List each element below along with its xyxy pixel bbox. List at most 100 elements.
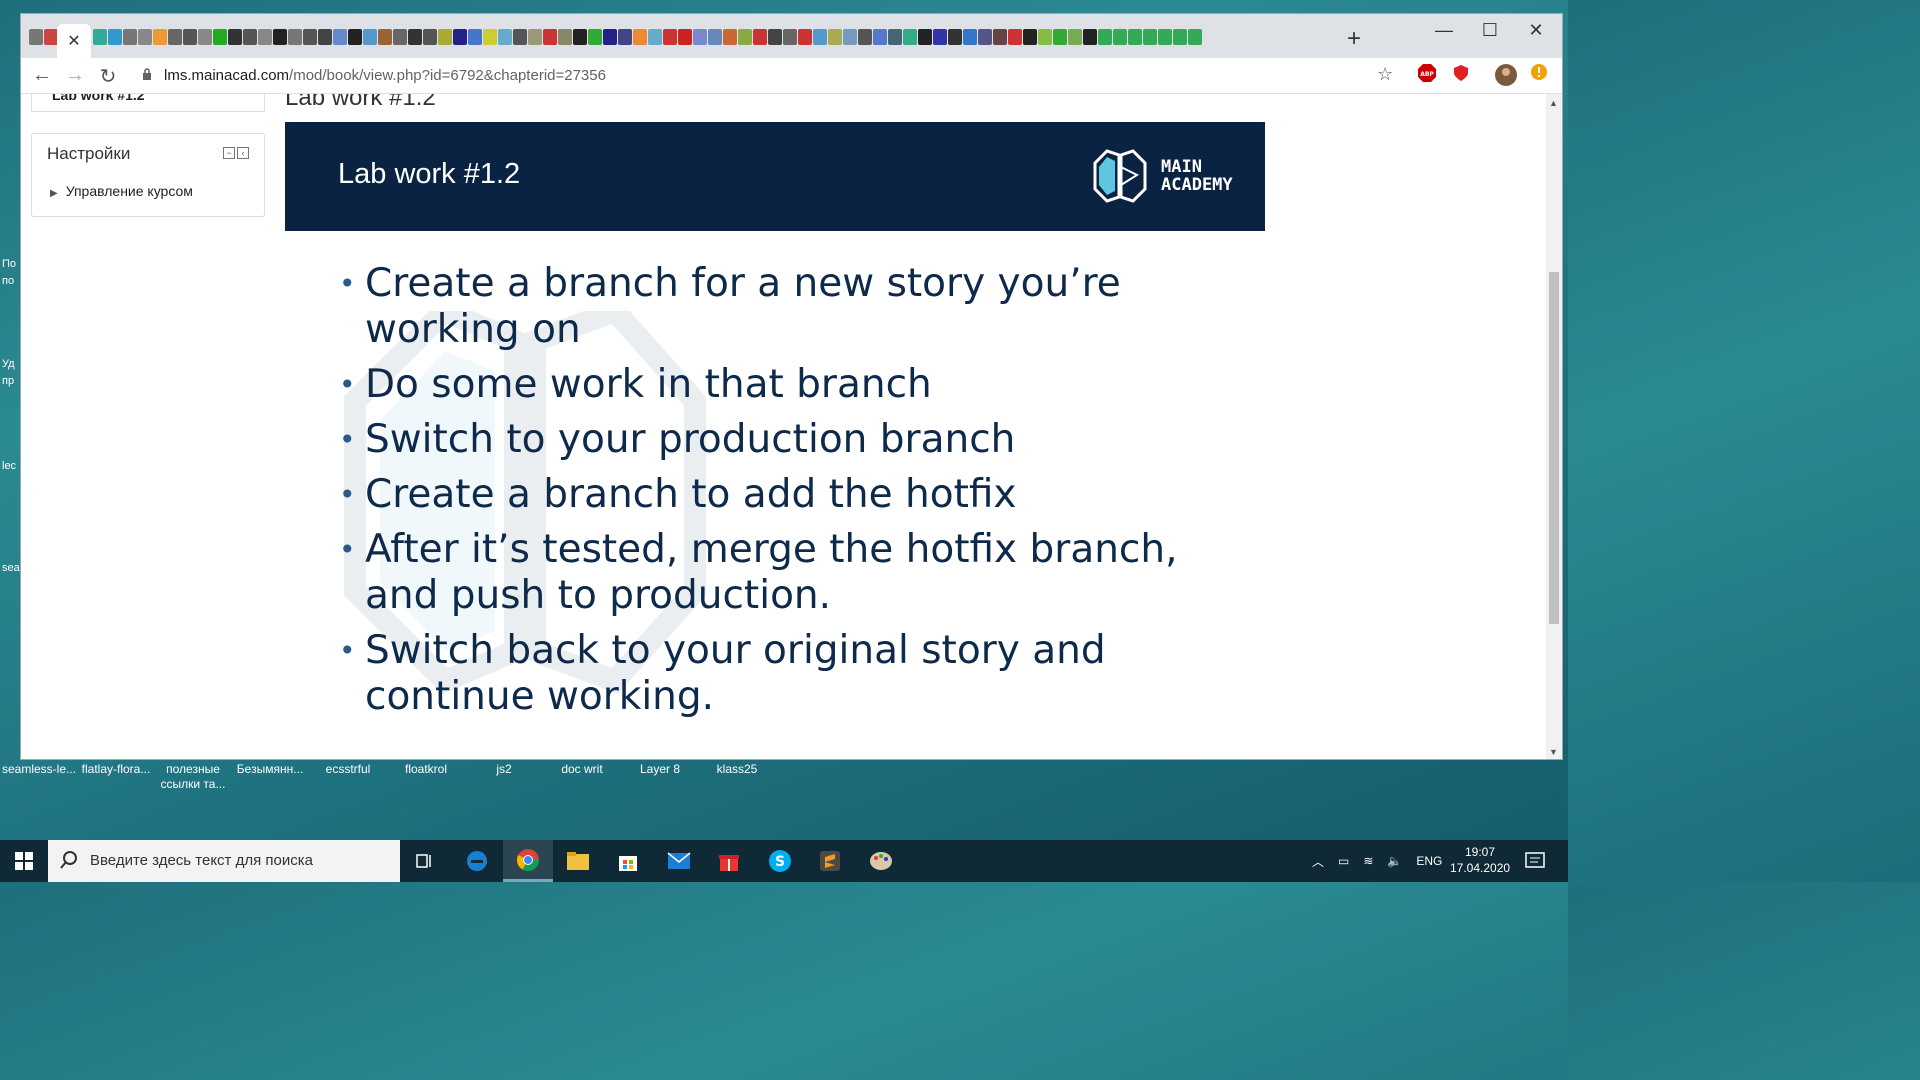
tab-favicon-icon[interactable] [723, 29, 737, 45]
tab-favicon-icon[interactable] [483, 29, 497, 45]
tab-favicon-icon[interactable] [1143, 29, 1157, 45]
desktop-icon[interactable]: klass25 [698, 762, 776, 777]
tab-favicon-icon[interactable] [93, 29, 107, 45]
desktop-icon[interactable]: floatkrol [387, 762, 465, 777]
tab-favicon-icon[interactable] [468, 29, 482, 45]
sidebar-current-item[interactable]: Lab work #1.2 [31, 94, 265, 112]
active-tab[interactable]: ✕ [57, 24, 91, 58]
tab-favicon-icon[interactable] [798, 29, 812, 45]
desktop-icon[interactable]: ecsstrful [309, 762, 387, 777]
desktop-icon[interactable]: doc writ [543, 762, 621, 777]
gift-icon[interactable] [704, 840, 754, 882]
taskbar-clock[interactable]: 19:07 17.04.2020 [1450, 844, 1510, 876]
scroll-down-icon[interactable]: ▼ [1549, 747, 1558, 757]
language-indicator[interactable]: ENG [1416, 854, 1442, 868]
tab-favicon-icon[interactable] [1188, 29, 1202, 45]
tab-favicon-icon[interactable] [858, 29, 872, 45]
tab-favicon-icon[interactable] [903, 29, 917, 45]
tab-favicon-icon[interactable] [213, 29, 227, 45]
sublime-text-icon[interactable] [805, 840, 855, 882]
tab-favicon-icon[interactable] [633, 29, 647, 45]
new-tab-button[interactable]: + [1347, 27, 1361, 51]
scroll-thumb[interactable] [1549, 272, 1559, 624]
tab-favicon-icon[interactable] [1038, 29, 1052, 45]
tab-favicon-icon[interactable] [813, 29, 827, 45]
profile-avatar[interactable] [1495, 64, 1517, 86]
volume-icon[interactable]: 🔈 [1387, 854, 1402, 868]
address-bar[interactable]: lms.mainacad.com/mod/book/view.php?id=67… [164, 67, 606, 84]
tab-favicon-icon[interactable] [318, 29, 332, 45]
tab-favicon-icon[interactable] [528, 29, 542, 45]
extension-shield-icon[interactable] [1452, 64, 1470, 82]
tab-favicon-icon[interactable] [888, 29, 902, 45]
tab-favicon-icon[interactable] [228, 29, 242, 45]
close-window-button[interactable]: ✕ [1513, 20, 1559, 41]
tab-favicon-icon[interactable] [843, 29, 857, 45]
tab-favicon-icon[interactable] [333, 29, 347, 45]
update-alert-icon[interactable] [1531, 64, 1547, 80]
dock-icon[interactable]: ‹ [237, 147, 249, 159]
tab-favicon-icon[interactable] [1113, 29, 1127, 45]
minimize-button[interactable]: — [1421, 20, 1467, 41]
file-explorer-icon[interactable] [553, 840, 603, 882]
store-icon[interactable] [603, 840, 653, 882]
tab-favicon-icon[interactable] [1173, 29, 1187, 45]
tab-favicon-icon[interactable] [1158, 29, 1172, 45]
tab-favicon-icon[interactable] [978, 29, 992, 45]
tab-favicon-icon[interactable] [1023, 29, 1037, 45]
tab-favicon-icon[interactable] [363, 29, 377, 45]
tab-favicon-icon[interactable] [453, 29, 467, 45]
wifi-icon[interactable]: ≋ [1363, 854, 1373, 868]
taskbar-search[interactable]: Введите здесь текст для поиска [48, 840, 400, 882]
tab-favicon-icon[interactable] [513, 29, 527, 45]
tab-favicon-icon[interactable] [783, 29, 797, 45]
tab-favicon-icon[interactable] [993, 29, 1007, 45]
tab-favicon-icon[interactable] [873, 29, 887, 45]
tab-favicon-icon[interactable] [708, 29, 722, 45]
tab-favicon-icon[interactable] [753, 29, 767, 45]
desktop-icon[interactable]: полезные ссылки та... [154, 762, 232, 792]
tab-favicon-icon[interactable] [1068, 29, 1082, 45]
desktop-icon[interactable]: flatlay-flora... [77, 762, 155, 777]
tab-favicon-icon[interactable] [498, 29, 512, 45]
desktop-icon[interactable]: Layer 8 [621, 762, 699, 777]
tab-favicon-icon[interactable] [1083, 29, 1097, 45]
paint-icon[interactable] [856, 840, 906, 882]
tab-favicon-icon[interactable] [1053, 29, 1067, 45]
tab-favicon-icon[interactable] [243, 29, 257, 45]
tab-favicon-icon[interactable] [1008, 29, 1022, 45]
tab-favicon-icon[interactable] [108, 29, 122, 45]
chevron-up-icon[interactable]: ︿ [1312, 853, 1324, 870]
tab-favicon-icon[interactable] [573, 29, 587, 45]
tab-favicon-icon[interactable] [963, 29, 977, 45]
battery-icon[interactable]: ▭ [1338, 854, 1349, 868]
tab-favicon-icon[interactable] [123, 29, 137, 45]
chrome-icon[interactable] [503, 840, 553, 882]
tab-favicon-icon[interactable] [408, 29, 422, 45]
tab-favicon-icon[interactable] [423, 29, 437, 45]
collapse-icon[interactable]: − [223, 147, 235, 159]
tab-favicon-icon[interactable] [1128, 29, 1142, 45]
adblock-icon[interactable]: ABP [1418, 64, 1436, 82]
tab-favicon-icon[interactable] [44, 29, 58, 45]
tab-favicon-icon[interactable] [138, 29, 152, 45]
tab-favicon-icon[interactable] [1098, 29, 1112, 45]
tab-favicon-icon[interactable] [588, 29, 602, 45]
tab-favicon-icon[interactable] [648, 29, 662, 45]
bookmark-star-icon[interactable]: ☆ [1377, 64, 1393, 85]
tab-favicon-icon[interactable] [168, 29, 182, 45]
tab-favicon-icon[interactable] [828, 29, 842, 45]
tab-favicon-icon[interactable] [348, 29, 362, 45]
tab-favicon-icon[interactable] [273, 29, 287, 45]
windows-start-icon[interactable] [0, 840, 48, 882]
tab-favicon-icon[interactable] [303, 29, 317, 45]
tab-favicon-icon[interactable] [678, 29, 692, 45]
skype-icon[interactable]: S [755, 840, 805, 882]
forward-arrow-icon[interactable]: → [63, 64, 87, 87]
tab-favicon-icon[interactable] [948, 29, 962, 45]
tab-favicon-icon[interactable] [918, 29, 932, 45]
settings-item-course-admin[interactable]: ▶ Управление курсом [50, 183, 193, 199]
task-view-icon[interactable] [400, 840, 450, 882]
edge-icon[interactable] [452, 840, 502, 882]
tab-favicon-icon[interactable] [738, 29, 752, 45]
